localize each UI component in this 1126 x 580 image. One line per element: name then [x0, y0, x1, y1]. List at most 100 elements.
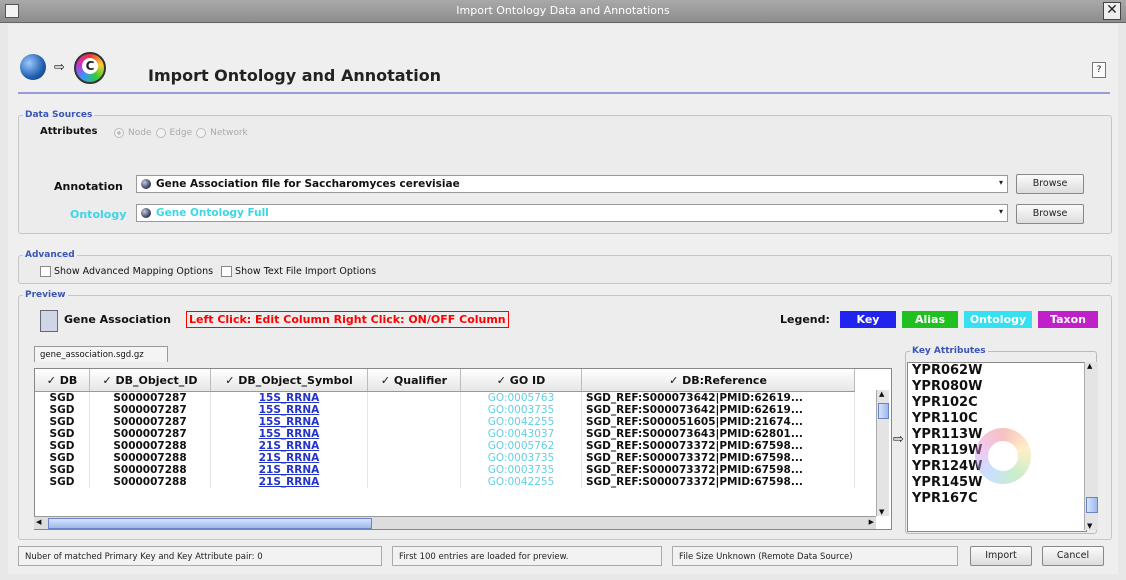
edge-radio-label: Edge	[169, 128, 193, 138]
scroll-right-icon[interactable]: ▶	[869, 518, 874, 526]
ontology-source-icon	[141, 208, 151, 218]
cancel-button[interactable]: Cancel	[1042, 546, 1104, 566]
table-cell: 15S_RRNA	[210, 404, 368, 416]
table-header-row: ✓ DB ✓ DB_Object_ID ✓ DB_Object_Symbol ✓…	[35, 369, 855, 392]
table-cell: GO:0042255	[460, 416, 582, 428]
table-cell: GO:0003735	[460, 452, 582, 464]
table-cell: SGD	[35, 428, 90, 440]
table-vertical-scrollbar[interactable]: ▲ ▼	[876, 390, 889, 516]
scroll-thumb[interactable]	[48, 518, 372, 529]
table-body: SGD S000007287 15S_RRNA GO:0005763 SGD_REF:S…	[35, 391, 855, 488]
help-button[interactable]: ?	[1092, 62, 1106, 78]
scroll-thumb[interactable]	[878, 403, 889, 419]
column-header-db-object-id[interactable]: ✓ DB_Object_ID	[89, 369, 211, 392]
table-cell: 21S_RRNA	[210, 464, 368, 476]
table-row[interactable]: SGD S000007288 21S_RRNA GO:0042255 SGD_REF:S…	[35, 476, 855, 488]
table-cell: 15S_RRNA	[210, 416, 368, 428]
cytoscape-watermark-icon	[975, 428, 1031, 484]
preview-title: Gene Association	[64, 313, 171, 326]
table-cell: SGD	[35, 391, 90, 404]
advanced-legend: Advanced	[25, 250, 75, 260]
table-cell: SGD_REF:S000073372|PMID:67598...	[581, 476, 855, 488]
annotation-value: Gene Association file for Saccharomyces …	[156, 178, 460, 190]
table-row[interactable]: SGD S000007287 15S_RRNA GO:0005763 SGD_REF:S…	[35, 391, 855, 404]
column-header-qualifier[interactable]: ✓ Qualifier	[367, 369, 461, 392]
legend-alias: Alias	[902, 311, 958, 328]
table-cell: S000007287	[89, 428, 211, 440]
table-row[interactable]: SGD S000007288 21S_RRNA GO:0003735 SGD_REF:S…	[35, 452, 855, 464]
header-divider	[18, 92, 1110, 94]
table-cell: SGD	[35, 416, 90, 428]
table-row[interactable]: SGD S000007288 21S_RRNA GO:0005762 SGD_REF:S…	[35, 440, 855, 452]
title-bar: Import Ontology Data and Annotations ✕	[0, 0, 1126, 23]
table-cell	[367, 452, 461, 464]
annotation-label: Annotation	[54, 180, 123, 193]
table-cell: SGD_REF:S000073642|PMID:62619...	[581, 404, 855, 416]
scroll-down-icon[interactable]: ▼	[1087, 522, 1092, 530]
node-radio-label: Node	[128, 128, 152, 138]
scroll-up-icon[interactable]: ▲	[879, 390, 884, 398]
column-header-db-reference[interactable]: ✓ DB:Reference	[581, 369, 855, 392]
table-cell: GO:0003735	[460, 464, 582, 476]
table-cell: SGD_REF:S000073372|PMID:67598...	[581, 440, 855, 452]
annotation-select[interactable]: Gene Association file for Saccharomyces …	[136, 175, 1008, 193]
table-row[interactable]: SGD S000007287 15S_RRNA GO:0003735 SGD_REF:S…	[35, 404, 855, 416]
list-item[interactable]: YPR110C	[908, 411, 1086, 427]
list-item[interactable]: YPR080W	[908, 379, 1086, 395]
ontology-select[interactable]: Gene Ontology Full ▾	[136, 204, 1008, 222]
cytoscape-logo-icon	[74, 52, 106, 84]
column-header-go-id[interactable]: ✓ GO ID	[460, 369, 582, 392]
advanced-mapping-checkbox[interactable]	[40, 266, 51, 277]
table-cell: SGD_REF:S000073372|PMID:67598...	[581, 464, 855, 476]
chevron-down-icon: ▾	[998, 207, 1003, 216]
table-horizontal-scrollbar[interactable]: ◀ ▶	[34, 516, 876, 529]
node-radio[interactable]	[114, 128, 124, 138]
ontology-value: Gene Ontology Full	[156, 207, 269, 219]
page-title: Import Ontology and Annotation	[148, 66, 442, 85]
table-cell: S000007287	[89, 404, 211, 416]
text-file-import-checkbox[interactable]	[221, 266, 233, 277]
table-cell	[367, 440, 461, 452]
document-icon	[40, 310, 58, 332]
table-row[interactable]: SGD S000007288 21S_RRNA GO:0003735 SGD_REF:S…	[35, 464, 855, 476]
key-attributes-legend: Key Attributes	[912, 346, 986, 356]
preview-legend: Preview	[25, 290, 66, 300]
list-item[interactable]: YPR062W	[908, 363, 1086, 379]
table-cell: S000007287	[89, 416, 211, 428]
table-row[interactable]: SGD S000007287 15S_RRNA GO:0042255 SGD_REF:S…	[35, 416, 855, 428]
tab-gene-association[interactable]: gene_association.sgd.gz	[34, 346, 168, 362]
close-button[interactable]: ✕	[1103, 2, 1121, 20]
scroll-left-icon[interactable]: ◀	[36, 518, 41, 526]
table-cell: 21S_RRNA	[210, 476, 368, 488]
table-cell: S000007288	[89, 440, 211, 452]
table-cell	[367, 391, 461, 404]
key-attributes-scrollbar[interactable]: ▲ ▼	[1084, 362, 1098, 530]
table-cell: S000007288	[89, 452, 211, 464]
table-cell: GO:0043037	[460, 428, 582, 440]
scroll-down-icon[interactable]: ▼	[879, 508, 884, 516]
arrow-right-icon: ⇨	[893, 432, 904, 447]
header: ⇨ Import Ontology and Annotation ?	[8, 24, 1118, 94]
network-radio[interactable]	[196, 128, 207, 138]
edge-radio[interactable]	[155, 128, 166, 138]
column-header-db-object-symbol[interactable]: ✓ DB_Object_Symbol	[210, 369, 368, 392]
table-row[interactable]: SGD S000007287 15S_RRNA GO:0043037 SGD_REF:S…	[35, 428, 855, 440]
scroll-up-icon[interactable]: ▲	[1087, 362, 1092, 370]
list-item[interactable]: YPR167C	[908, 491, 1086, 507]
preview-table: ✓ DB ✓ DB_Object_ID ✓ DB_Object_Symbol ✓…	[35, 369, 855, 488]
table-cell: 15S_RRNA	[210, 391, 368, 404]
arrow-right-icon: ⇨	[54, 60, 65, 75]
annotation-browse-button[interactable]: Browse	[1016, 174, 1084, 194]
table-cell	[367, 404, 461, 416]
table-cell: GO:0005763	[460, 391, 582, 404]
import-button[interactable]: Import	[970, 546, 1032, 566]
ontology-browse-button[interactable]: Browse	[1016, 204, 1084, 224]
list-item[interactable]: YPR102C	[908, 395, 1086, 411]
table-cell: S000007288	[89, 464, 211, 476]
scroll-thumb[interactable]	[1086, 497, 1098, 513]
data-sources-legend: Data Sources	[25, 110, 93, 120]
globe-icon	[20, 54, 46, 80]
column-header-db[interactable]: ✓ DB	[35, 369, 90, 392]
status-loaded: First 100 entries are loaded for preview…	[392, 546, 662, 566]
table-cell	[367, 464, 461, 476]
